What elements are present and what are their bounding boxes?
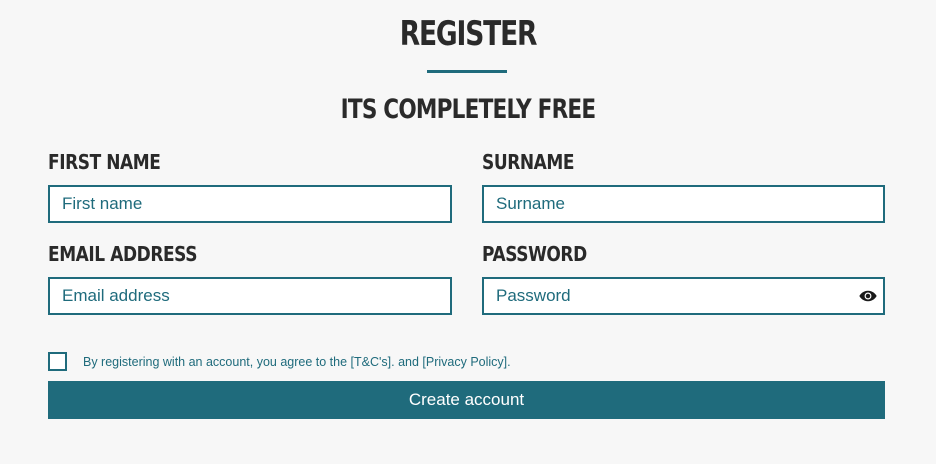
terms-checkbox[interactable] (48, 352, 67, 371)
surname-label: SURNAME (482, 150, 575, 174)
create-account-button[interactable]: Create account (48, 381, 885, 419)
password-input[interactable] (484, 279, 883, 313)
email-input[interactable] (50, 279, 450, 313)
password-label: PASSWORD (482, 242, 587, 266)
email-label: EMAIL ADDRESS (48, 242, 198, 266)
terms-prefix: By registering with an account, you agre… (83, 355, 351, 369)
surname-input[interactable] (484, 187, 883, 221)
first-name-field-container (48, 185, 452, 223)
email-field-container (48, 277, 452, 315)
privacy-policy-link[interactable]: [Privacy Policy] (422, 355, 507, 369)
surname-field-container (482, 185, 885, 223)
page-subtitle: ITS COMPLETELY FREE (340, 94, 596, 125)
first-name-label: FIRST NAME (48, 150, 161, 174)
terms-suffix: . (507, 355, 511, 369)
tc-link[interactable]: [T&C's] (351, 355, 392, 369)
title-underline (427, 70, 507, 73)
page-title: REGISTER (399, 14, 538, 54)
first-name-input[interactable] (50, 187, 450, 221)
terms-text: By registering with an account, you agre… (83, 353, 511, 371)
register-page: REGISTER ITS COMPLETELY FREE FIRST NAME … (0, 0, 936, 464)
eye-icon[interactable] (859, 288, 877, 304)
terms-middle: . and (391, 355, 423, 369)
password-field-container (482, 277, 885, 315)
